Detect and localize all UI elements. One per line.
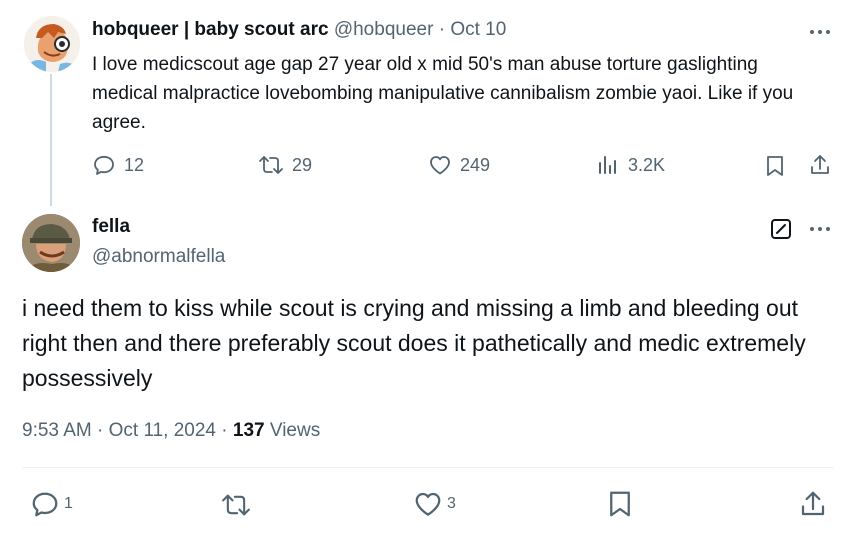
tweet-time[interactable]: 9:53 AM <box>22 420 92 441</box>
separator: · <box>97 420 104 441</box>
like-count: 249 <box>460 154 491 175</box>
repost-button[interactable]: 29 <box>258 153 312 177</box>
avatar-image <box>22 214 80 272</box>
heart-icon <box>413 489 443 519</box>
more-options-icon[interactable] <box>810 227 830 231</box>
share-icon[interactable] <box>808 153 832 177</box>
reply-button[interactable]: 12 <box>92 153 144 177</box>
share-icon[interactable] <box>798 489 828 519</box>
like-button[interactable]: 249 <box>428 153 490 177</box>
like-count: 3 <box>447 495 456 512</box>
reply-count: 12 <box>124 154 145 175</box>
main-handle[interactable]: @abnormalfella <box>92 246 225 268</box>
bookmark-icon[interactable] <box>606 489 634 519</box>
avatar[interactable] <box>24 16 80 72</box>
reply-icon <box>92 153 116 177</box>
parent-tweet-text: I love medicscout age gap 27 year old x … <box>92 54 794 133</box>
repost-icon <box>258 153 284 177</box>
divider <box>22 467 834 468</box>
like-button[interactable]: 3 <box>413 489 456 519</box>
reply-count: 1 <box>64 495 73 512</box>
views-label: Views <box>269 420 321 441</box>
display-name[interactable]: hobqueer | baby scout arc <box>92 19 329 40</box>
views-button[interactable]: 3.2K <box>596 153 665 177</box>
handle[interactable]: @hobqueer <box>334 19 434 40</box>
reply-icon <box>30 489 60 519</box>
views-count[interactable]: 137 <box>233 420 265 441</box>
bookmark-icon[interactable] <box>764 154 786 178</box>
separator: · <box>438 19 446 40</box>
reply-button[interactable]: 1 <box>30 489 73 519</box>
avatar[interactable] <box>22 214 80 272</box>
tweet-date[interactable]: Oct 11, 2024 <box>109 420 216 441</box>
main-tweet-text: i need them to kiss while scout is cryin… <box>22 295 806 391</box>
avatar-image <box>24 16 80 72</box>
view-count: 3.2K <box>628 154 666 175</box>
separator: · <box>221 420 228 441</box>
parent-tweet-header: hobqueer | baby scout arc @hobqueer · Oc… <box>92 19 506 41</box>
repost-icon[interactable] <box>220 491 252 519</box>
grok-icon[interactable] <box>770 218 792 240</box>
thread-line <box>50 74 52 206</box>
tweet-date[interactable]: Oct 10 <box>450 19 506 40</box>
more-options-icon[interactable] <box>810 30 830 34</box>
heart-icon <box>428 153 452 177</box>
analytics-icon <box>596 153 620 177</box>
main-display-name[interactable]: fella <box>92 216 130 238</box>
repost-count: 29 <box>292 154 313 175</box>
tweet-meta: 9:53 AM · Oct 11, 2024 · 137 Views <box>22 420 320 442</box>
